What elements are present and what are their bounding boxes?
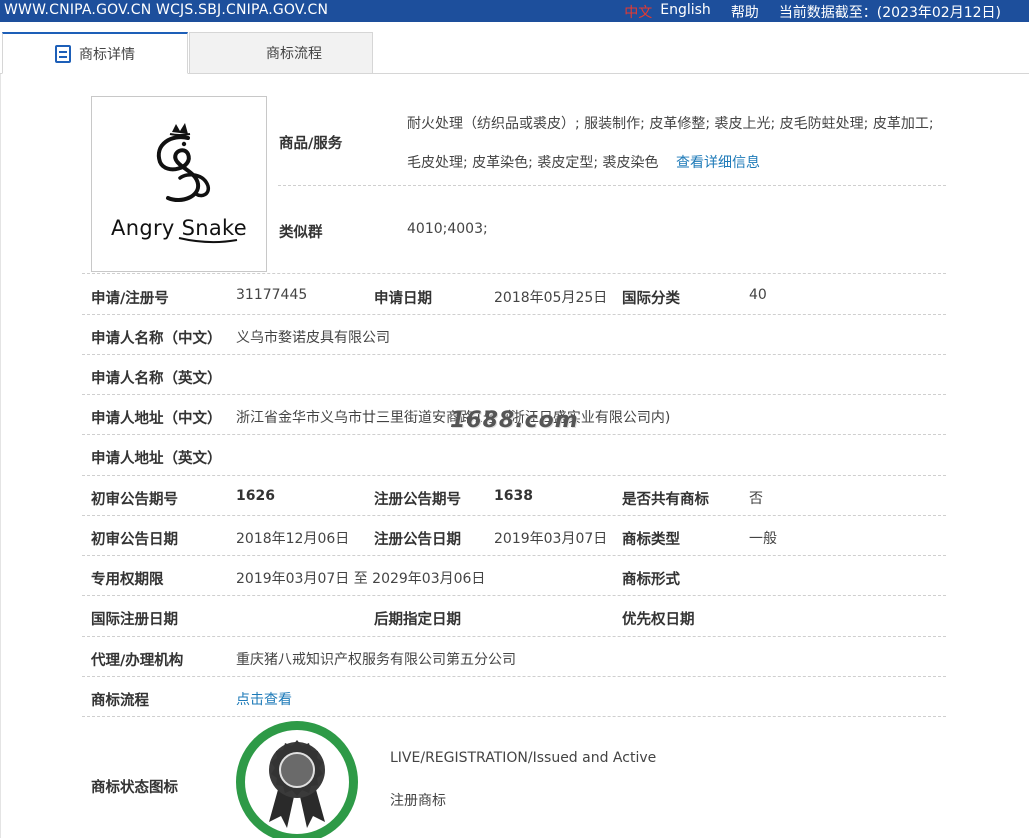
- divider: [82, 716, 946, 717]
- tm-type-label: 商标类型: [622, 532, 680, 548]
- divider: [82, 475, 946, 476]
- agent-value: 重庆猪八戒知识产权服务有限公司第五分公司: [236, 652, 516, 668]
- status-cn-text: 注册商标: [390, 793, 446, 809]
- site-url: WWW.CNIPA.GOV.CN WCJS.SBJ.CNIPA.GOV.CN: [4, 2, 329, 18]
- top-nav: 中文 English 帮助 当前数据截至：(2023年02月12日): [624, 2, 1001, 22]
- reg-pub-no-label: 注册公告期号: [374, 492, 461, 508]
- snake-crown-logo-icon: [156, 123, 211, 203]
- prelim-date-label: 初审公告日期: [91, 532, 178, 548]
- later-date-label: 后期指定日期: [374, 612, 461, 628]
- priority-date-label: 优先权日期: [622, 612, 695, 628]
- prelim-no-value: 1626: [236, 488, 275, 504]
- tab-label: 商标详情: [79, 46, 135, 63]
- list-icon: [240, 46, 258, 61]
- tm-form-label: 商标形式: [622, 572, 680, 588]
- tab-trademark-details[interactable]: 商标详情: [2, 32, 188, 74]
- app-date-value: 2018年05月25日: [494, 290, 608, 306]
- award-ribbon-icon: [269, 740, 325, 828]
- applicant-cn-label: 申请人名称（中文）: [91, 331, 222, 347]
- language-english-link[interactable]: English: [660, 2, 711, 22]
- goods-services-line1: 耐火处理（纺织品或裘皮）; 服装制作; 皮革修整; 裘皮上光; 皮毛防蛀处理; …: [407, 116, 934, 132]
- divider: [82, 555, 946, 556]
- divider: [82, 434, 946, 435]
- exclusive-period-value: 2019年03月07日 至 2029年03月06日: [236, 571, 486, 587]
- help-link[interactable]: 帮助: [731, 2, 759, 22]
- address-en-label: 申请人地址（英文）: [91, 451, 222, 467]
- address-cn-label: 申请人地址（中文）: [91, 411, 222, 427]
- language-chinese-link[interactable]: 中文: [624, 2, 652, 22]
- divider: [82, 515, 946, 516]
- data-date-text: 当前数据截至：(2023年02月12日): [778, 5, 1001, 21]
- divider: [82, 636, 946, 637]
- status-badge: [236, 721, 358, 838]
- view-details-link[interactable]: 查看详细信息: [676, 152, 760, 172]
- tab-bar: 商标详情 商标流程: [0, 32, 1029, 74]
- goods-services-line2: 毛皮处理; 皮革染色; 裘皮定型; 裘皮染色: [407, 155, 659, 171]
- divider: [82, 676, 946, 677]
- tm-type-value: 一般: [749, 531, 777, 547]
- reg-no-value: 31177445: [236, 287, 308, 303]
- process-view-link[interactable]: 点击查看: [236, 689, 292, 709]
- prelim-no-label: 初审公告期号: [91, 492, 178, 508]
- divider: [82, 273, 946, 274]
- reg-no-label: 申请/注册号: [91, 291, 169, 307]
- prelim-date-value: 2018年12月06日: [236, 531, 350, 547]
- shared-value: 否: [749, 491, 763, 507]
- reg-pub-date-label: 注册公告日期: [374, 532, 461, 548]
- status-icon-label: 商标状态图标: [91, 780, 178, 796]
- app-date-label: 申请日期: [374, 291, 432, 307]
- top-bar: WWW.CNIPA.GOV.CN WCJS.SBJ.CNIPA.GOV.CN 中…: [0, 0, 1029, 22]
- divider: [278, 185, 946, 186]
- divider: [82, 314, 946, 315]
- logo-swoosh-icon: [178, 237, 238, 244]
- tab-trademark-process[interactable]: 商标流程: [189, 32, 373, 74]
- reg-pub-no-value: 1638: [494, 488, 533, 504]
- divider: [82, 595, 946, 596]
- exclusive-period-label: 专用权期限: [91, 572, 164, 588]
- shared-label: 是否共有商标: [622, 492, 709, 508]
- reg-pub-date-value: 2019年03月07日: [494, 531, 608, 547]
- intl-class-value: 40: [749, 287, 767, 303]
- status-en-text: LIVE/REGISTRATION/Issued and Active: [390, 750, 657, 766]
- watermark-text: 1688.com: [450, 408, 579, 433]
- applicant-cn-value: 义乌市婺诺皮具有限公司: [236, 330, 390, 346]
- applicant-en-label: 申请人名称（英文）: [91, 371, 222, 387]
- tab-label: 商标流程: [266, 46, 322, 62]
- agent-label: 代理/办理机构: [91, 653, 184, 669]
- trademark-image: Angry Snake: [91, 96, 267, 272]
- document-icon: [55, 44, 71, 63]
- divider: [82, 394, 946, 395]
- intl-reg-date-label: 国际注册日期: [91, 612, 178, 628]
- divider: [82, 354, 946, 355]
- process-label: 商标流程: [91, 693, 149, 709]
- goods-services-label: 商品/服务: [279, 136, 343, 152]
- intl-class-label: 国际分类: [622, 291, 680, 307]
- similar-group-value: 4010;4003;: [407, 221, 488, 237]
- similar-group-label: 类似群: [279, 225, 323, 241]
